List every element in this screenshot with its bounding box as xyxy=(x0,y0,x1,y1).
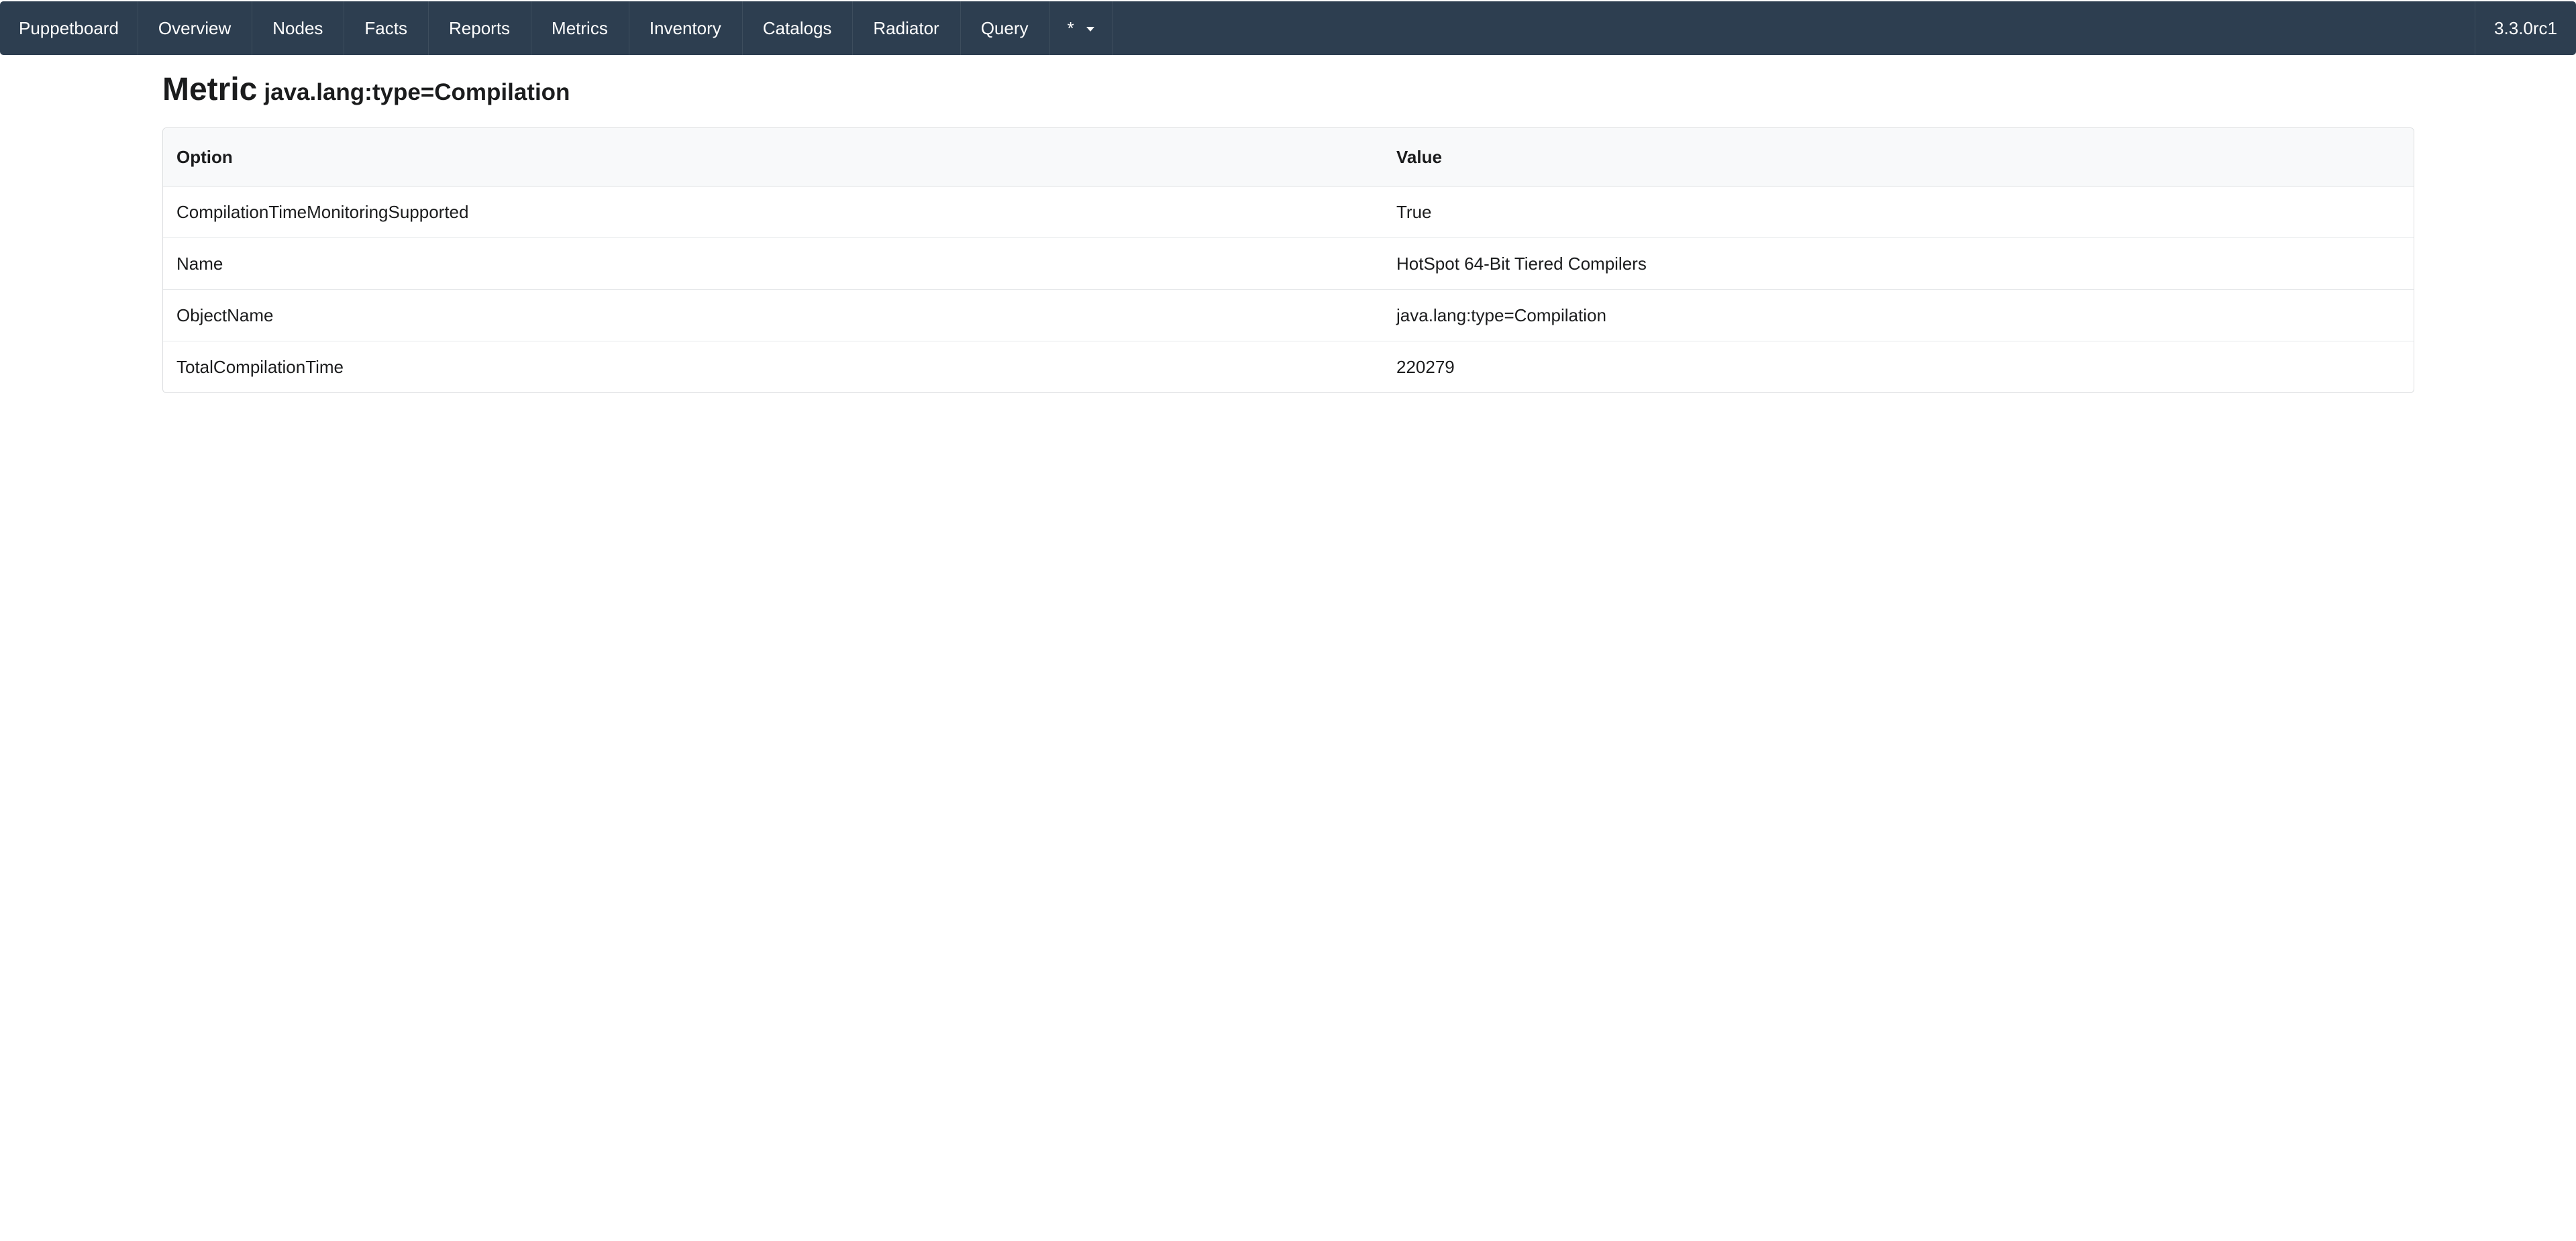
nav-item-catalogs[interactable]: Catalogs xyxy=(743,1,854,55)
main-content: Metric java.lang:type=Compilation Option… xyxy=(162,67,2414,393)
table-header-row: Option Value xyxy=(163,128,2414,186)
value-cell: java.lang:type=Compilation xyxy=(1383,289,2414,341)
column-header-value: Value xyxy=(1383,128,2414,186)
nav-item-facts[interactable]: Facts xyxy=(344,1,429,55)
option-cell: Name xyxy=(163,237,1383,290)
page-title: Metric java.lang:type=Compilation xyxy=(162,67,2414,114)
nav-item-metrics[interactable]: Metrics xyxy=(531,1,629,55)
nav-item-inventory[interactable]: Inventory xyxy=(629,1,743,55)
column-header-option: Option xyxy=(163,128,1383,186)
page-title-metric-name: java.lang:type=Compilation xyxy=(264,79,570,105)
nav-item-query[interactable]: Query xyxy=(961,1,1050,55)
option-cell: CompilationTimeMonitoringSupported xyxy=(176,201,469,222)
nav-item-overview[interactable]: Overview xyxy=(138,1,253,55)
metric-table-container: Option Value CompilationTimeMonitoringSu… xyxy=(162,127,2414,393)
environment-dropdown[interactable]: * xyxy=(1050,1,1113,55)
value-cell: 220279 xyxy=(1383,341,2414,392)
value-cell: True xyxy=(1396,201,1432,222)
option-cell: ObjectName xyxy=(163,289,1383,341)
caret-down-icon xyxy=(1086,26,1094,32)
table-row: Name HotSpot 64-Bit Tiered Compilers xyxy=(163,237,2414,290)
option-cell: TotalCompilationTime xyxy=(163,341,1383,392)
top-navbar: Puppetboard Overview Nodes Facts Reports… xyxy=(0,1,2576,55)
nav-item-nodes[interactable]: Nodes xyxy=(252,1,345,55)
version-label: 3.3.0rc1 xyxy=(2475,1,2576,55)
table-row: TotalCompilationTime 220279 xyxy=(163,341,2414,392)
value-cell: HotSpot 64-Bit Tiered Compilers xyxy=(1383,237,2414,290)
nav-item-radiator[interactable]: Radiator xyxy=(853,1,961,55)
table-row: CompilationTimeMonitoringSupported True xyxy=(163,186,2414,238)
metric-table: Option Value CompilationTimeMonitoringSu… xyxy=(163,128,2414,392)
nav-item-reports[interactable]: Reports xyxy=(429,1,532,55)
environment-dropdown-label: * xyxy=(1067,17,1074,38)
page-title-main: Metric xyxy=(162,72,258,107)
nav-brand-puppetboard[interactable]: Puppetboard xyxy=(0,1,138,55)
table-row: ObjectName java.lang:type=Compilation xyxy=(163,289,2414,341)
